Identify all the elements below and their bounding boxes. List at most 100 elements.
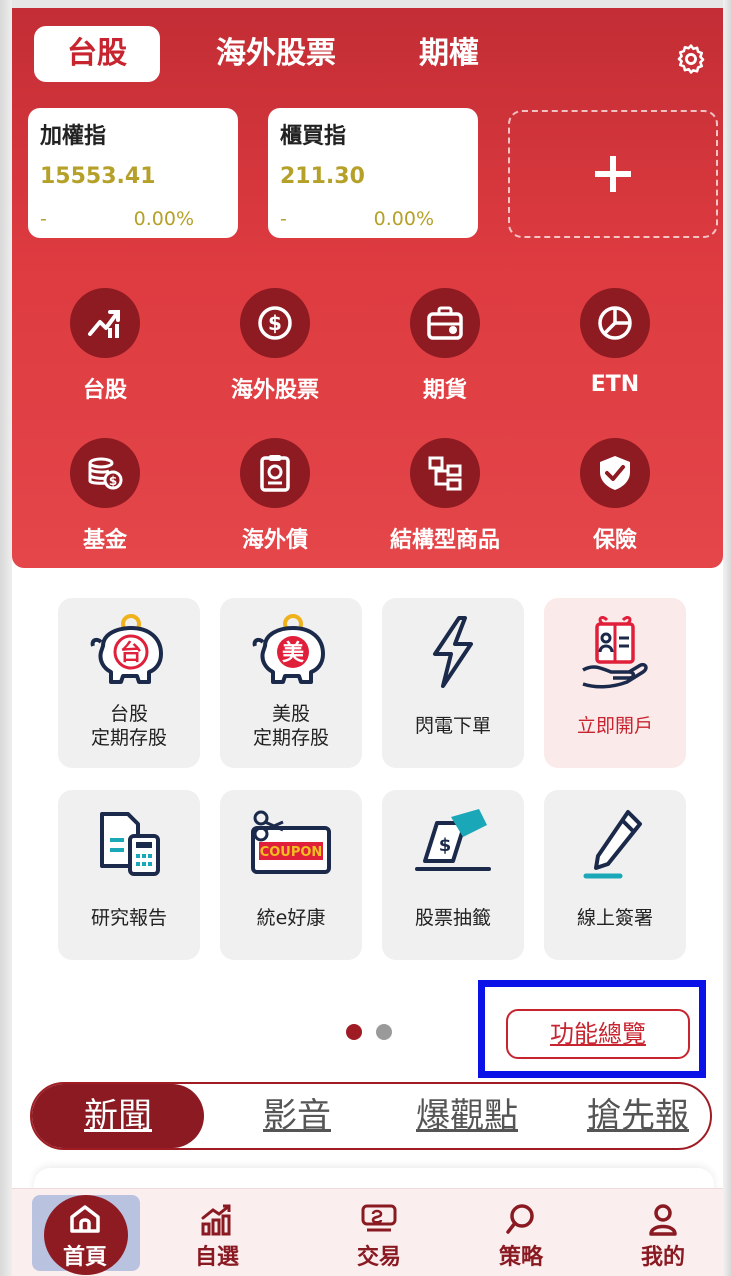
nav-home[interactable]: 首頁 [30,1189,140,1276]
tile-quick-order[interactable]: 閃電下單 [382,598,524,768]
category-insurance[interactable]: 保險 [540,438,690,554]
news-tabs: 新聞 影音 爆觀點 搶先報 [30,1082,712,1150]
tab-news[interactable]: 新聞 [32,1084,204,1148]
device-frame-top [0,0,731,8]
tile-label: 閃電下單 [414,715,491,737]
add-index-button[interactable] [508,110,718,238]
piggy-bank-tw-icon: 台 [58,612,200,692]
tile-label-line1: 台股 [109,703,148,725]
bottom-nav: 首頁 自選 交易 策略 我的 [12,1188,723,1276]
svg-text:$: $ [109,474,117,488]
pen-sign-icon [544,804,686,884]
nav-strategy[interactable]: 策略 [466,1189,576,1276]
index-percent: 0.00% [373,208,434,230]
tile-badge-text: 美 [282,640,305,666]
tile-coupons[interactable]: COUPON 統e好康 [220,790,362,960]
nav-label: 策略 [498,1245,543,1270]
structure-tree-icon [410,438,480,508]
category-label: 保險 [592,528,637,553]
tile-label: 統e好康 [256,907,326,929]
nav-label: 自選 [194,1245,239,1270]
category-label: 期貨 [422,378,467,403]
hero-panel: 台股 海外股票 期權 加權指 15553.41 - 0.00% 櫃買指 211.… [12,8,723,568]
home-icon [65,1201,105,1237]
piggy-bank-us-icon: 美 [220,612,362,692]
tile-label: 研究報告 [90,907,167,929]
index-name: 加權指 [40,124,107,149]
pagination-dots [346,1024,406,1044]
category-label: 海外債 [241,528,308,553]
bond-document-icon [240,438,310,508]
index-value: 211.30 [280,164,365,189]
shield-check-icon [580,438,650,508]
category-label: ETN [590,372,640,397]
index-card-taiex[interactable]: 加權指 15553.41 - 0.00% [28,108,238,238]
dollar-coin-icon: $ [240,288,310,358]
coin-stack-icon: $ [70,438,140,508]
tab-scoops[interactable]: 搶先報 [568,1084,708,1148]
trade-icon [359,1201,399,1237]
tab-taiwan-stocks[interactable]: 台股 [34,26,160,82]
feature-overview-button[interactable]: 功能總覽 [506,1009,690,1059]
tile-label-line2: 定期存股 [252,727,329,749]
svg-text:$: $ [439,835,452,856]
category-funds[interactable]: $ 基金 [30,438,180,554]
nav-trade[interactable]: 交易 [324,1189,434,1276]
index-change: - [280,208,287,230]
briefcase-icon [410,288,480,358]
index-percent: 0.00% [133,208,194,230]
category-overseas-stocks[interactable]: $ 海外股票 [200,288,350,404]
open-account-icon [544,612,686,692]
nav-profile[interactable]: 我的 [608,1189,718,1276]
category-taiwan-stocks[interactable]: 台股 [30,288,180,404]
category-label: 海外股票 [230,378,319,403]
index-name: 櫃買指 [280,124,347,149]
tile-tw-stock-savings[interactable]: 台 台股 定期存股 [58,598,200,768]
tile-label: 線上簽署 [576,907,653,929]
nav-label: 我的 [640,1245,685,1270]
category-label: 結構型商品 [389,528,500,553]
search-icon [501,1201,541,1237]
svg-text:$: $ [268,311,282,335]
device-frame-right [723,0,731,1276]
category-overseas-bonds[interactable]: 海外債 [200,438,350,554]
tile-us-stock-savings[interactable]: 美 美股 定期存股 [220,598,362,768]
pagination-dot[interactable] [376,1024,392,1040]
index-value: 15553.41 [40,164,156,189]
tile-label-line1: 美股 [271,703,310,725]
tab-options[interactable]: 期權 [404,26,494,82]
tile-online-signing[interactable]: 線上簽署 [544,790,686,960]
app-screen: 台股 海外股票 期權 加權指 15553.41 - 0.00% 櫃買指 211.… [12,8,723,1276]
tile-open-account[interactable]: 立即開戶 [544,598,686,768]
tile-badge-text: 台 [120,640,142,666]
report-calculator-icon [58,804,200,884]
tile-label: 股票抽籤 [414,907,491,929]
category-futures[interactable]: 期貨 [370,288,520,404]
lightning-icon [382,612,524,692]
nav-watchlist[interactable]: 自選 [162,1189,272,1276]
category-label: 基金 [82,528,127,553]
tab-viewpoints[interactable]: 爆觀點 [392,1084,542,1148]
category-label: 台股 [82,378,127,403]
index-change: - [40,208,47,230]
gear-icon[interactable] [674,42,708,76]
category-etn[interactable]: ETN [540,288,690,397]
pagination-dot-active[interactable] [346,1024,362,1040]
pie-chart-icon [580,288,650,358]
index-card-otc[interactable]: 櫃買指 211.30 - 0.00% [268,108,478,238]
category-structured-products[interactable]: 結構型商品 [370,438,520,554]
device-frame-left [0,0,12,1276]
lottery-ticket-icon: $ [382,804,524,884]
plus-icon [595,156,631,192]
tile-stock-lottery[interactable]: $ 股票抽籤 [382,790,524,960]
tile-label: 立即開戶 [576,715,653,737]
market-tabs: 台股 海外股票 期權 [12,8,723,98]
trend-chart-icon [70,288,140,358]
nav-label: 交易 [356,1245,401,1270]
tab-overseas-stocks[interactable]: 海外股票 [196,26,356,82]
nav-label: 首頁 [62,1245,107,1270]
coupon-icon: COUPON [220,804,362,884]
tile-research-reports[interactable]: 研究報告 [58,790,200,960]
coupon-text: COUPON [260,845,323,860]
tab-videos[interactable]: 影音 [232,1084,362,1148]
